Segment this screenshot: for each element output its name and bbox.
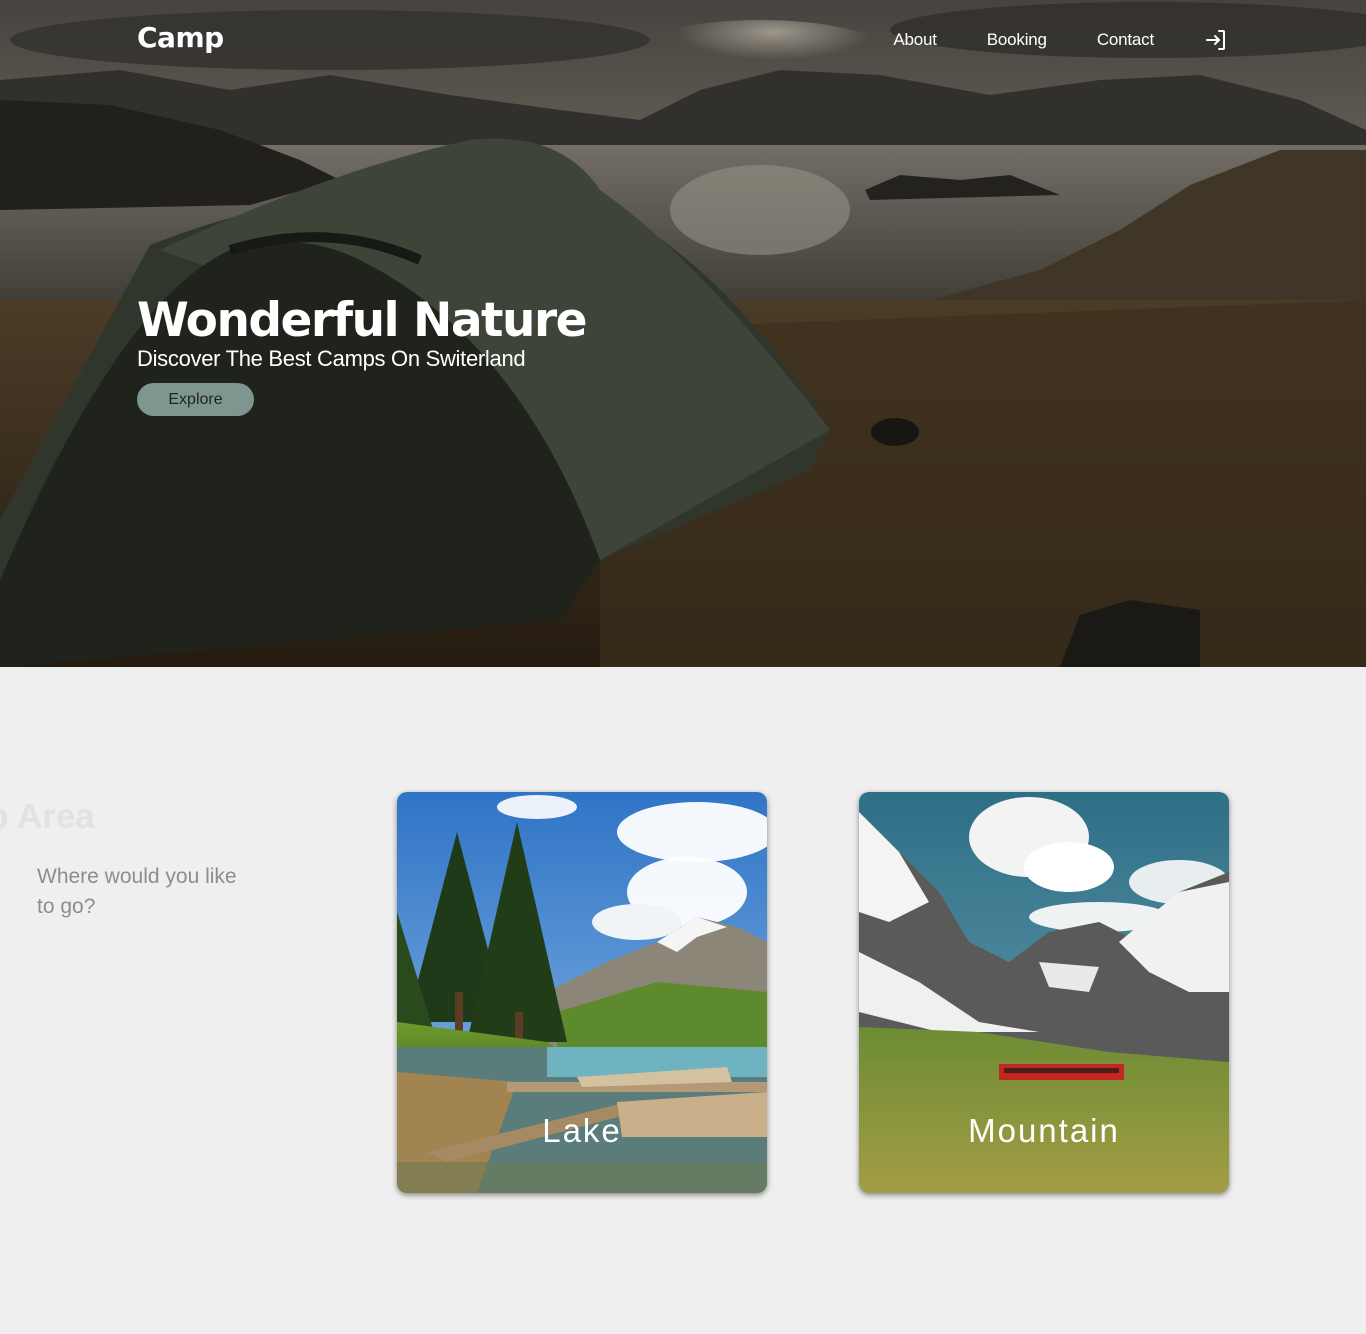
hero-title: Wonderful Nature <box>137 293 588 348</box>
mountain-card-label: Mountain <box>968 1112 1120 1149</box>
main-nav: About Booking Contact <box>893 28 1228 52</box>
explore-button[interactable]: Explore <box>137 383 254 416</box>
site-logo[interactable]: Camp <box>137 21 224 54</box>
nav-link-contact[interactable]: Contact <box>1097 30 1154 50</box>
hero-subtitle: Discover The Best Camps On Switerland <box>137 346 526 371</box>
lake-card-label: Lake <box>542 1112 622 1149</box>
hero-banner: Camp About Booking Contact Wonderful Nat… <box>0 0 1366 667</box>
lake-card[interactable]: Lake <box>397 792 767 1193</box>
nav-link-about[interactable]: About <box>893 30 937 50</box>
camp-area-subtitle: Where would you like to go? <box>37 865 237 918</box>
mountain-card[interactable]: Mountain <box>859 792 1229 1193</box>
login-arrow-icon[interactable] <box>1204 28 1228 52</box>
camp-area-title: mp Area <box>0 797 95 836</box>
nav-link-booking[interactable]: Booking <box>987 30 1047 50</box>
